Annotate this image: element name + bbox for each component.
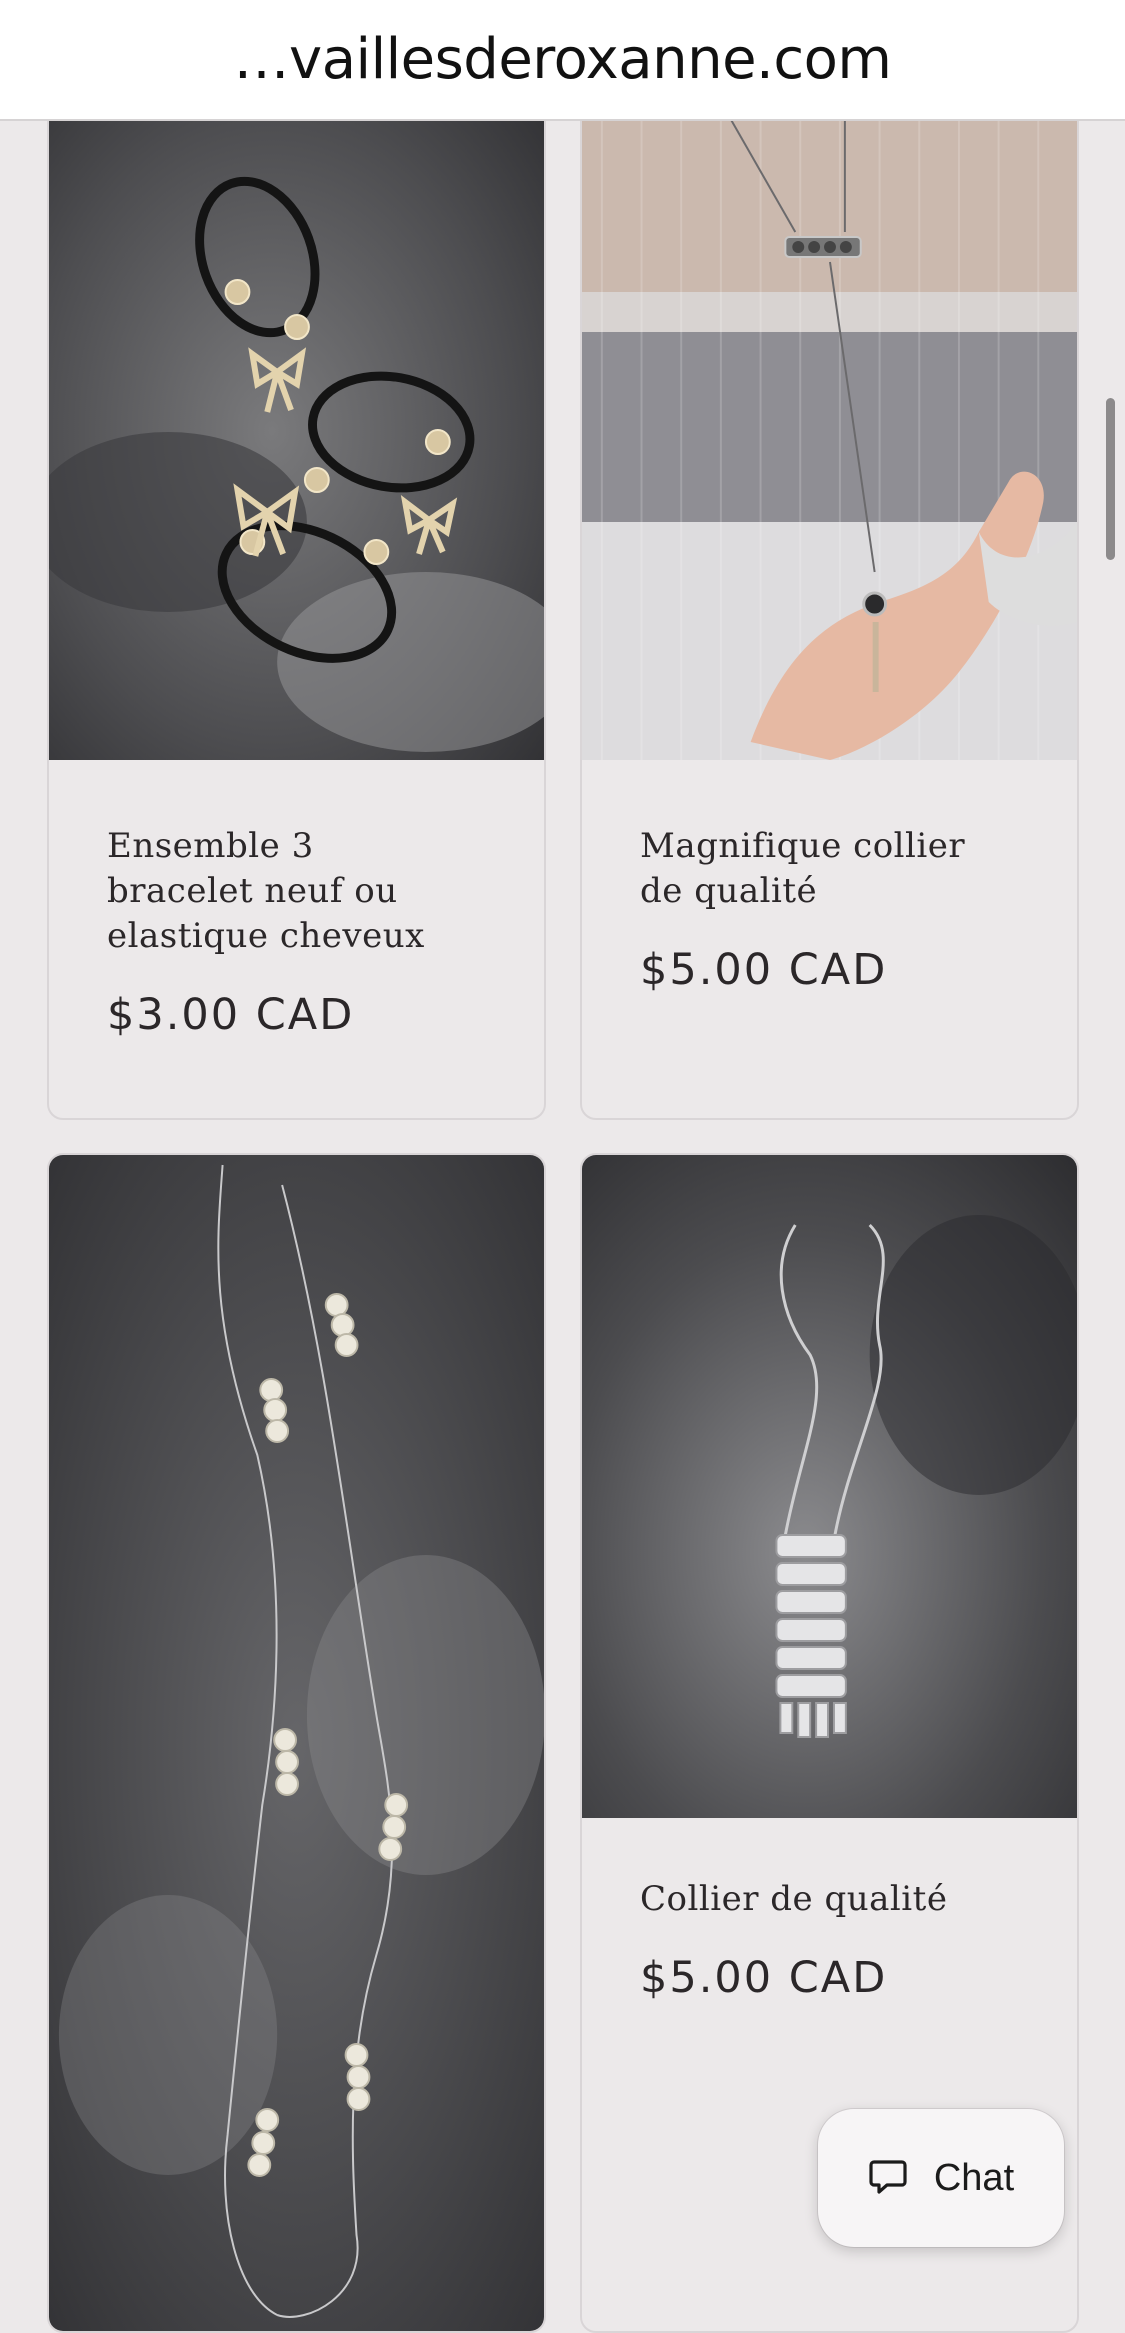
product-price: $5.00 CAD xyxy=(640,1953,888,2003)
product-image-pearl-necklace[interactable] xyxy=(49,1155,544,2331)
scrollbar[interactable] xyxy=(1106,398,1115,560)
product-card-1[interactable]: Ensemble 3 bracelet neuf ou elastique ch… xyxy=(47,100,546,1120)
address-bar[interactable]: …vaillesderoxanne.com xyxy=(0,0,1125,121)
product-image-bar-necklace[interactable] xyxy=(582,102,1077,760)
product-card-3[interactable] xyxy=(47,1153,546,2333)
product-price: $5.00 CAD xyxy=(640,945,888,995)
chat-bubble-icon xyxy=(868,2156,908,2200)
product-image-hair-elastics[interactable] xyxy=(49,102,544,760)
product-image-rhinestone-necklace[interactable] xyxy=(582,1155,1077,1818)
chat-label: Chat xyxy=(933,2156,1015,2199)
product-title[interactable]: Collier de qualité xyxy=(640,1877,1037,1922)
product-card-2[interactable]: Magnifique collier de qualité $5.00 CAD xyxy=(580,100,1079,1120)
product-title[interactable]: Magnifique collier de qualité xyxy=(640,824,1037,914)
chat-button[interactable]: Chat xyxy=(818,2109,1064,2247)
product-price: $3.00 CAD xyxy=(107,990,355,1040)
url-text: …vaillesderoxanne.com xyxy=(233,27,892,92)
product-title[interactable]: Ensemble 3 bracelet neuf ou elastique ch… xyxy=(107,824,504,959)
